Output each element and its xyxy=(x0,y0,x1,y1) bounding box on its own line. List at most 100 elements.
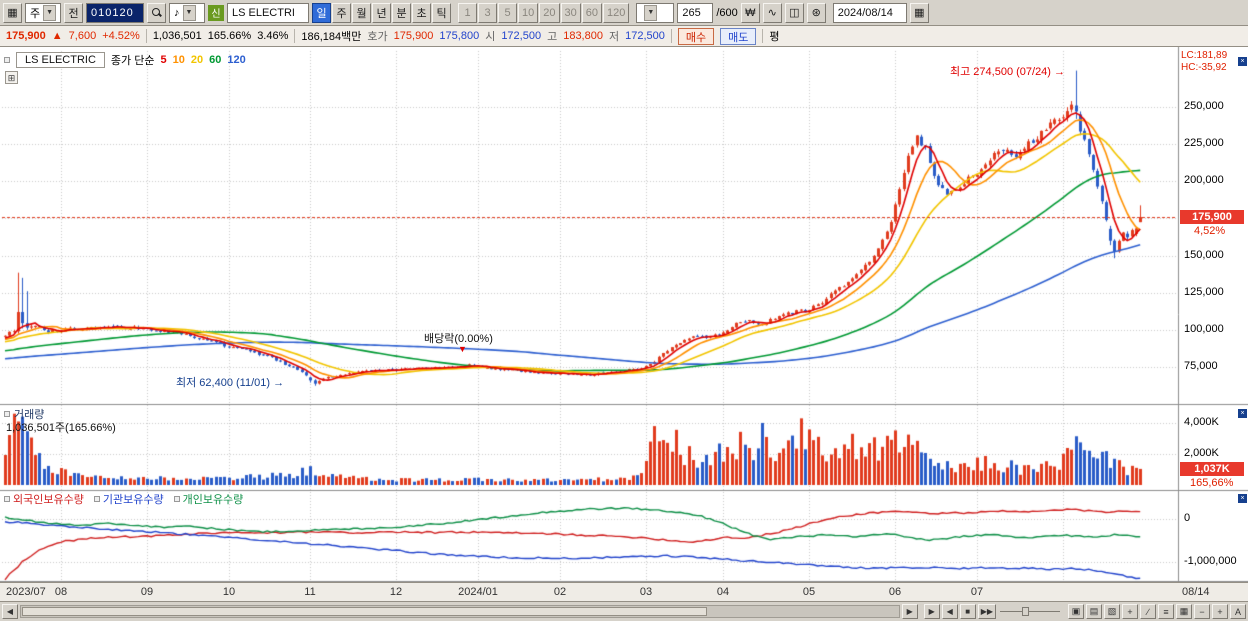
volume-ratio-text: 165.66% xyxy=(207,30,252,42)
replay-controls: ▶ ◀ ■ ▶▶ xyxy=(923,604,996,619)
scroll-right-button[interactable]: ▶ xyxy=(901,604,918,619)
avg-label: 평 xyxy=(769,31,780,43)
stock-code-input[interactable]: 010120 xyxy=(86,2,144,23)
settings-button[interactable]: ⊛ xyxy=(806,2,826,23)
trendline-icon[interactable]: ∕ xyxy=(1140,604,1156,619)
period-button-5[interactable]: 초 xyxy=(412,2,431,23)
x-axis: 08/14 2023/07 08 09 10 11 12 2024/01 02 03 04 05 06… xyxy=(0,582,1248,601)
x-axis-label-09: 09 xyxy=(140,586,154,598)
chart-area: LS ELECTRIC 종가 단순 5 10 20 60 120 ⊞ LC:181,89… xyxy=(0,47,1248,582)
ownership-pane-header: 외국인보유수량 기관보유수량 개인보유수량 xyxy=(4,491,243,507)
close-icon[interactable]: × xyxy=(1238,409,1247,418)
minute-button-30[interactable]: 30 xyxy=(560,2,581,23)
ownership-axis-label: 0 xyxy=(1184,512,1191,524)
replay-speed-slider[interactable] xyxy=(998,605,1062,618)
period-button-0[interactable]: 일 xyxy=(312,2,331,23)
auto-scale-icon[interactable]: A xyxy=(1230,604,1246,619)
divider xyxy=(762,29,764,43)
pane-bullet-icon xyxy=(4,411,10,417)
slider-handle[interactable] xyxy=(1022,607,1029,616)
period-button-1[interactable]: 주 xyxy=(332,2,351,23)
minute-button-1[interactable]: 1 xyxy=(458,2,477,23)
text-tool-icon[interactable]: ≡ xyxy=(1158,604,1174,619)
scrollbar-thumb[interactable] xyxy=(22,607,707,616)
currency-tool-button[interactable]: ₩ xyxy=(740,2,760,23)
close-icon[interactable]: × xyxy=(1238,57,1247,66)
ma-legend-item-120: 120 xyxy=(227,54,246,66)
date-picker-input[interactable]: 2024/08/14 xyxy=(832,2,907,23)
current-price-text: 175,900 xyxy=(6,30,46,42)
minute-button-5[interactable]: 5 xyxy=(498,2,517,23)
minute-button-group: 1 3 5 10 20 30 60 120 xyxy=(458,2,630,23)
price-axis-label: 75,000 xyxy=(1184,360,1218,372)
bid-price-text: 175,800 xyxy=(439,30,480,42)
zoom-out-icon[interactable]: − xyxy=(1194,604,1210,619)
layout-icon[interactable]: ▤ xyxy=(1086,604,1102,619)
ma-legend-item-10: 10 xyxy=(172,54,185,66)
period-button-6[interactable]: 틱 xyxy=(432,2,451,23)
wave-icon: ∿ xyxy=(767,7,777,19)
minute-button-3[interactable]: 3 xyxy=(478,2,497,23)
market-type-select[interactable]: 주 ▼ xyxy=(25,2,61,23)
open-price-text: 172,500 xyxy=(501,30,542,42)
ma-legend-item-60: 60 xyxy=(209,54,222,66)
x-axis-label-08: 08 xyxy=(54,586,68,598)
chart-style-select[interactable]: ▼ xyxy=(636,2,675,23)
hoga-label: 호가 xyxy=(367,31,388,43)
volume-axis-label: 2,000K xyxy=(1184,447,1219,459)
right-arrow-icon: → xyxy=(1054,66,1066,78)
sell-button[interactable]: 매도 xyxy=(720,27,757,45)
fast-forward-button[interactable]: ▶▶ xyxy=(977,604,996,619)
volume-text: 1,036,501 xyxy=(152,30,202,42)
minute-button-60[interactable]: 60 xyxy=(581,2,602,23)
chart-menu-button[interactable]: ▦ xyxy=(3,2,22,23)
volume-axis-label: 4,000K xyxy=(1184,416,1219,428)
bar-count-input[interactable]: 265 xyxy=(677,2,714,23)
indicator-grid-icon[interactable]: ▦ xyxy=(1176,604,1192,619)
x-axis-label-10: 10 xyxy=(222,586,236,598)
chart-title: LS ELECTRIC xyxy=(16,52,105,68)
scroll-left-button[interactable]: ◀ xyxy=(2,604,18,619)
close-icon[interactable]: × xyxy=(1238,494,1247,503)
price-axis-label: 225,000 xyxy=(1184,137,1224,150)
ma-legend-label: 종가 단순 xyxy=(110,55,155,67)
save-chart-button[interactable]: ◫ xyxy=(784,2,804,23)
amount-text: 186,184백만 xyxy=(301,31,362,43)
calendar-button[interactable]: ▦ xyxy=(909,2,929,23)
low-price-text: 172,500 xyxy=(625,30,665,42)
minute-button-20[interactable]: 20 xyxy=(539,2,560,23)
multi-chart-icon[interactable]: ▧ xyxy=(1104,604,1120,619)
crosshair-icon[interactable]: + xyxy=(1122,604,1138,619)
play-button[interactable]: ▶ xyxy=(923,604,940,619)
prev-stock-button[interactable]: 전 xyxy=(64,2,83,23)
stop-button[interactable]: ■ xyxy=(959,604,976,619)
line-tool-button[interactable]: ∿ xyxy=(762,2,782,23)
right-arrow-icon: → xyxy=(273,377,285,389)
zoom-in-icon[interactable]: + xyxy=(1212,604,1228,619)
current-volume-badge: 1,037K xyxy=(1180,461,1244,476)
current-price-pct: 4,52% xyxy=(1194,225,1226,238)
search-button[interactable] xyxy=(147,2,166,23)
x-axis-label-04: 04 xyxy=(716,586,730,598)
x-axis-label-07: 07 xyxy=(970,586,984,598)
period-button-2[interactable]: 월 xyxy=(352,2,371,23)
sound-select[interactable]: ♪ ▼ xyxy=(169,2,205,23)
market-type-value: 주 xyxy=(30,7,41,20)
minute-button-120[interactable]: 120 xyxy=(603,2,630,23)
divider xyxy=(670,29,672,43)
period-button-4[interactable]: 분 xyxy=(392,2,411,23)
chart-scrollbar[interactable] xyxy=(20,605,900,618)
minute-button-10[interactable]: 10 xyxy=(518,2,539,23)
x-axis-label-11: 11 xyxy=(304,586,316,598)
hc-label: HC:-35,92 xyxy=(1181,62,1227,73)
period-button-3[interactable]: 년 xyxy=(372,2,391,23)
play-back-button[interactable]: ◀ xyxy=(941,604,958,619)
snapshot-icon[interactable]: ▣ xyxy=(1068,604,1084,619)
ownership-axis-label: -1,000,000 xyxy=(1184,555,1237,567)
low-annotation: 최저 62,400 (11/01) → xyxy=(176,374,284,390)
detach-pane-button[interactable]: ⊞ xyxy=(5,71,18,84)
pane-bullet-icon xyxy=(4,496,10,502)
price-axis-label: 150,000 xyxy=(1184,248,1224,261)
stock-name-input[interactable]: LS ELECTRI xyxy=(227,2,309,23)
buy-button[interactable]: 매수 xyxy=(677,27,715,45)
